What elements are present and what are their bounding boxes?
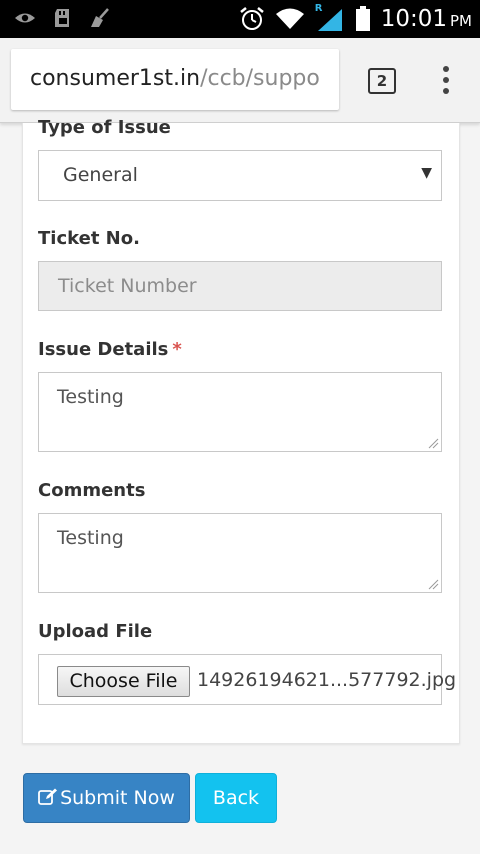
url-path: /ccb/suppo — [200, 66, 320, 91]
dropdown-arrow-icon: ▼ — [421, 165, 432, 181]
selected-file-name: 14926194621...577792.jpg — [197, 669, 457, 691]
comments-value: Testing — [57, 527, 124, 549]
menu-dot-icon — [443, 77, 449, 83]
type-of-issue-value: General — [63, 164, 138, 186]
browser-toolbar: consumer1st.in/ccb/suppo 2 — [0, 38, 480, 123]
url-domain: consumer1st.in — [30, 66, 201, 91]
clock: 10:01 PM — [381, 6, 472, 32]
clock-ampm: PM — [450, 12, 472, 30]
clock-time: 10:01 — [380, 6, 447, 32]
back-button[interactable]: Back — [195, 773, 277, 823]
tab-switcher-button[interactable]: 2 — [368, 68, 396, 94]
ticket-number-input[interactable]: Ticket Number — [38, 261, 442, 311]
menu-dot-icon — [443, 66, 449, 72]
issue-details-textarea[interactable]: Testing — [38, 372, 442, 452]
ticket-number-placeholder: Ticket Number — [58, 275, 197, 297]
submit-now-label: Submit Now — [60, 787, 175, 809]
issue-details-label: Issue Details * — [38, 339, 182, 360]
issue-details-label-text: Issue Details — [38, 339, 169, 360]
upload-file-label: Upload File — [38, 621, 153, 642]
url-text: consumer1st.in/ccb/suppo — [30, 66, 320, 91]
broom-icon — [91, 8, 109, 27]
resize-grip-icon[interactable] — [427, 578, 439, 590]
status-bar: R 10:01 PM — [0, 0, 480, 38]
required-asterisk: * — [172, 339, 182, 360]
issue-details-value: Testing — [57, 386, 124, 408]
wifi-icon — [275, 8, 304, 29]
submit-now-button[interactable]: Submit Now — [23, 773, 190, 823]
choose-file-button[interactable]: Choose File — [57, 666, 190, 697]
sd-card-icon — [55, 9, 69, 27]
resize-grip-icon[interactable] — [427, 437, 439, 449]
url-bar[interactable]: consumer1st.in/ccb/suppo — [11, 49, 339, 110]
type-of-issue-select[interactable]: General ▼ — [38, 150, 442, 201]
type-of-issue-label: Type of Issue — [38, 117, 171, 138]
menu-dot-icon — [443, 88, 449, 94]
battery-icon — [355, 6, 370, 31]
eye-icon — [15, 13, 35, 23]
ticket-no-label: Ticket No. — [38, 228, 140, 249]
comments-textarea[interactable]: Testing — [38, 513, 442, 593]
edit-icon — [38, 788, 58, 805]
signal-icon: R — [315, 3, 345, 32]
comments-label: Comments — [38, 480, 146, 501]
alarm-icon — [239, 7, 264, 30]
file-upload-field: Choose File 14926194621...577792.jpg — [38, 654, 456, 705]
overflow-menu-button[interactable] — [436, 66, 456, 94]
